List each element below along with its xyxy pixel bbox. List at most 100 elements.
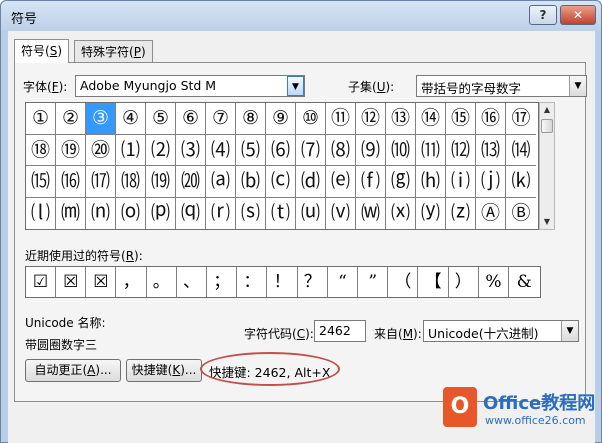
- scroll-down-icon[interactable]: ▼: [540, 215, 554, 229]
- symbol-cell[interactable]: ④: [116, 103, 146, 135]
- symbol-cell[interactable]: ⑥: [176, 103, 206, 135]
- symbol-cell[interactable]: ⑾: [416, 134, 446, 166]
- autocorrect-button[interactable]: 自动更正(A)...: [25, 359, 121, 382]
- symbol-cell[interactable]: ⑴: [116, 134, 146, 166]
- symbol-cell[interactable]: ⒧: [26, 197, 56, 229]
- symbol-cell[interactable]: ⑽: [386, 134, 416, 166]
- recent-symbol-cell[interactable]: ☒: [86, 267, 117, 297]
- symbol-cell[interactable]: ⑨: [266, 103, 296, 135]
- symbol-cell[interactable]: ⒵: [446, 197, 476, 229]
- close-button[interactable]: ✕: [560, 5, 596, 25]
- subset-select[interactable]: 带括号的字母数字 ▼: [416, 75, 587, 97]
- symbol-cell[interactable]: ⒆: [146, 166, 176, 198]
- symbol-cell[interactable]: ③: [86, 103, 116, 135]
- symbol-cell[interactable]: ⑧: [236, 103, 266, 135]
- recent-symbol-cell[interactable]: &: [509, 267, 539, 297]
- symbol-cell[interactable]: ⒀: [476, 134, 506, 166]
- symbol-cell[interactable]: ⒥: [476, 166, 506, 198]
- symbol-cell[interactable]: ⒯: [266, 197, 296, 229]
- recent-symbol-cell[interactable]: 【: [419, 267, 449, 297]
- symbol-cell[interactable]: Ⓑ: [506, 198, 536, 230]
- symbol-cell[interactable]: ⒢: [386, 166, 416, 198]
- recent-symbol-cell[interactable]: ”: [358, 267, 389, 297]
- symbol-cell[interactable]: ⒅: [116, 166, 146, 198]
- symbol-cell[interactable]: ⑩: [296, 103, 326, 135]
- symbol-cell[interactable]: ⑳: [86, 134, 116, 166]
- from-select[interactable]: Unicode(十六进制) ▼: [423, 320, 579, 342]
- symbol-cell[interactable]: ⒜: [206, 166, 236, 198]
- recent-symbol-cell[interactable]: （: [388, 267, 419, 297]
- symbol-cell[interactable]: ⒦: [506, 166, 536, 198]
- symbol-cell[interactable]: ⑷: [206, 134, 236, 166]
- symbol-cell[interactable]: ⒁: [506, 135, 536, 166]
- symbol-cell[interactable]: ⒱: [326, 197, 356, 229]
- char-code-input[interactable]: 2462: [314, 320, 366, 342]
- symbol-cell[interactable]: ⑫: [356, 103, 386, 135]
- symbol-cell[interactable]: ⑱: [26, 134, 56, 166]
- symbol-cell[interactable]: ⒳: [386, 197, 416, 229]
- symbol-cell[interactable]: ⒮: [236, 197, 266, 229]
- symbol-cell[interactable]: ⑹: [266, 134, 296, 166]
- symbol-cell[interactable]: ⒨: [56, 197, 86, 229]
- symbol-cell[interactable]: ⒲: [356, 197, 386, 229]
- symbol-cell[interactable]: ⑶: [176, 134, 206, 166]
- symbol-cell[interactable]: ⒭: [206, 197, 236, 229]
- recent-symbol-cell[interactable]: %: [479, 267, 509, 297]
- symbol-cell[interactable]: ⒠: [326, 166, 356, 198]
- scroll-up-icon[interactable]: ▲: [540, 103, 554, 117]
- symbol-cell[interactable]: ⑻: [326, 134, 356, 166]
- symbol-cell[interactable]: ⑼: [356, 134, 386, 166]
- symbol-cell[interactable]: ⒣: [416, 166, 446, 198]
- symbol-cell[interactable]: ⒂: [26, 166, 56, 198]
- chevron-down-icon[interactable]: ▼: [569, 76, 586, 96]
- scroll-thumb[interactable]: [541, 119, 553, 133]
- tab-symbols[interactable]: 符号(S): [14, 39, 69, 63]
- recent-symbol-cell[interactable]: ，: [117, 267, 147, 297]
- recent-symbol-cell[interactable]: ）: [449, 267, 479, 297]
- symbol-cell[interactable]: ⒪: [116, 197, 146, 229]
- recent-symbol-cell[interactable]: ：: [237, 267, 268, 297]
- recent-symbol-cell[interactable]: “: [328, 267, 358, 297]
- recent-symbol-cell[interactable]: ？: [298, 267, 328, 297]
- symbol-cell[interactable]: ⑺: [296, 134, 326, 166]
- recent-symbol-cell[interactable]: 、: [177, 267, 207, 297]
- symbol-cell[interactable]: ⒃: [56, 166, 86, 198]
- symbol-cell[interactable]: ⒡: [356, 166, 386, 198]
- symbol-cell[interactable]: ⑿: [446, 134, 476, 166]
- symbol-cell[interactable]: ②: [56, 103, 86, 135]
- symbol-cell[interactable]: ⒝: [236, 166, 266, 198]
- symbol-cell[interactable]: ⒴: [416, 197, 446, 229]
- symbol-cell[interactable]: ⒩: [86, 197, 116, 229]
- symbol-cell[interactable]: ⑭: [416, 103, 446, 135]
- help-button[interactable]: ?: [529, 5, 557, 25]
- tab-special-characters[interactable]: 特殊字符(P): [74, 40, 153, 62]
- symbol-cell[interactable]: ⒄: [86, 166, 116, 198]
- symbol-cell[interactable]: ⑯: [476, 103, 506, 135]
- symbol-cell[interactable]: ⑬: [386, 103, 416, 135]
- symbol-cell[interactable]: ⒤: [446, 166, 476, 198]
- recent-symbol-cell[interactable]: ☑: [26, 267, 56, 297]
- symbol-cell[interactable]: ⑸: [236, 134, 266, 166]
- recent-symbol-cell[interactable]: ☒: [56, 267, 87, 297]
- symbol-cell[interactable]: ⑦: [206, 103, 236, 135]
- symbol-cell[interactable]: ⒰: [296, 197, 326, 229]
- symbol-cell[interactable]: ⑮: [446, 103, 476, 135]
- font-select[interactable]: Adobe Myungjo Std M ▼: [75, 75, 305, 97]
- symbol-cell[interactable]: ⑪: [326, 103, 356, 135]
- chevron-down-icon[interactable]: ▼: [287, 76, 304, 96]
- chevron-down-icon[interactable]: ▼: [561, 321, 578, 341]
- symbol-cell[interactable]: ⑲: [56, 134, 86, 166]
- symbol-cell[interactable]: ⑤: [146, 103, 176, 135]
- symbol-cell[interactable]: ⒇: [176, 166, 206, 198]
- recent-symbol-cell[interactable]: ；: [207, 267, 238, 297]
- symbol-grid-scrollbar[interactable]: ▲ ▼: [539, 102, 555, 230]
- symbol-cell[interactable]: Ⓐ: [476, 197, 506, 229]
- symbol-cell[interactable]: ⑵: [146, 134, 176, 166]
- recent-symbol-cell[interactable]: 。: [147, 267, 177, 297]
- symbol-cell[interactable]: ⒬: [176, 197, 206, 229]
- symbol-cell[interactable]: ⑰: [506, 103, 536, 135]
- symbol-cell[interactable]: ⒫: [146, 197, 176, 229]
- recent-symbol-cell[interactable]: ！: [268, 267, 298, 297]
- shortcut-key-button[interactable]: 快捷键(K)...: [126, 359, 202, 382]
- symbol-cell[interactable]: ①: [26, 103, 56, 135]
